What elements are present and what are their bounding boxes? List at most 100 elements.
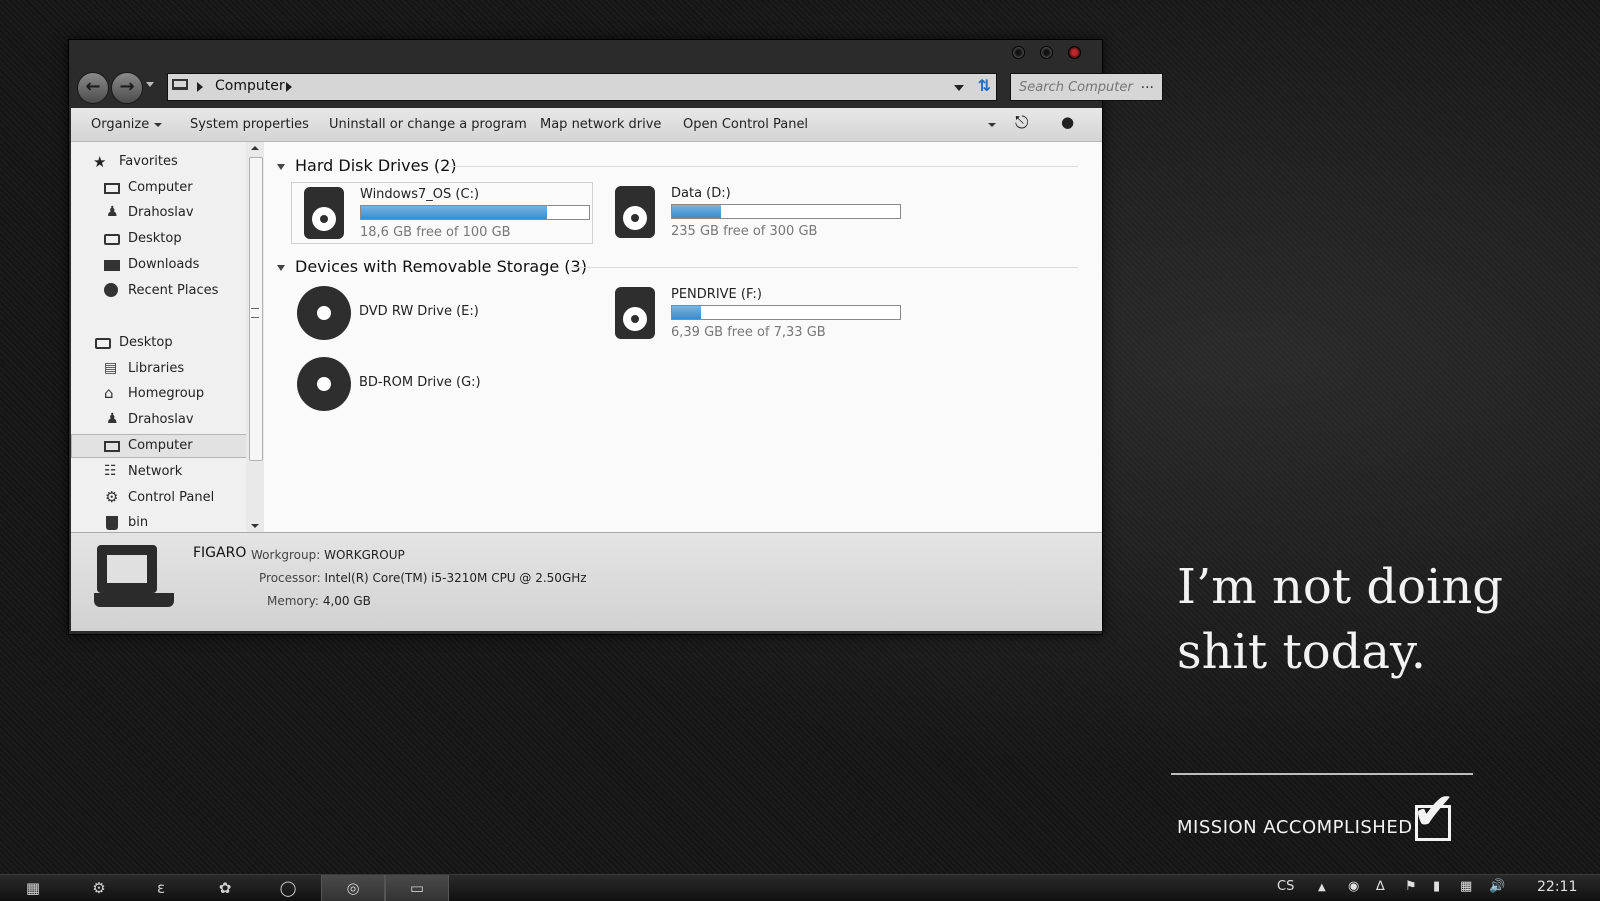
drive-d[interactable]: Data (D:) 235 GB free of 300 GB (603, 182, 905, 244)
recent-pages-dropdown[interactable] (146, 82, 154, 87)
breadcrumb-computer[interactable]: Computer (215, 78, 285, 94)
clock[interactable]: 22:11 (1537, 879, 1577, 895)
group-divider (448, 166, 1078, 167)
organize-button[interactable]: Organize (91, 117, 163, 132)
chat-icon[interactable]: ◉ (1348, 879, 1359, 894)
address-dropdown-icon[interactable] (954, 85, 964, 91)
sidebar-item-desktop-root[interactable]: Desktop (71, 331, 247, 355)
open-control-panel-button[interactable]: Open Control Panel (683, 117, 808, 132)
opera-icon: ◯ (279, 879, 297, 897)
scroll-down-icon[interactable] (251, 524, 259, 528)
trash-icon (106, 516, 118, 530)
taskbar-opera[interactable]: ◯ (257, 875, 319, 901)
action-center-flag-icon[interactable]: ⚑ (1405, 879, 1417, 894)
battery-icon[interactable]: ▮ (1433, 879, 1440, 894)
group-header-removable[interactable]: Devices with Removable Storage (3) (277, 257, 587, 276)
folder-icon: ▭ (409, 879, 425, 897)
forward-button[interactable]: → (111, 72, 143, 104)
usb-drive-icon (615, 287, 655, 339)
address-bar[interactable]: Computer ⇅ (167, 73, 997, 101)
title-bar[interactable] (69, 40, 1102, 62)
search-box[interactable]: ... (1010, 73, 1163, 101)
sidebar-item-label: Recent Places (128, 283, 219, 298)
sidebar-item-desktop[interactable]: Desktop (71, 227, 247, 251)
recent-icon (104, 283, 118, 297)
network-icon[interactable]: ▦ (1460, 879, 1472, 894)
computer-icon (104, 441, 120, 452)
sidebar-item-network[interactable]: ☷ Network (71, 460, 247, 484)
language-indicator[interactable]: CS (1277, 879, 1294, 894)
refresh-icon[interactable]: ⇅ (978, 76, 991, 95)
laptop-icon (94, 545, 174, 617)
taskbar-internet-explorer[interactable]: ε (130, 875, 192, 901)
sidebar-item-computer[interactable]: Computer (71, 176, 247, 200)
maximize-button[interactable] (1040, 46, 1053, 59)
breadcrumb-arrow-icon[interactable] (286, 82, 292, 92)
help-icon[interactable]: ● (1061, 113, 1074, 131)
taskbar-explorer[interactable]: ▭ (385, 875, 449, 901)
memory-value: 4,00 GB (322, 594, 371, 608)
gear-icon: ⚙ (92, 879, 106, 897)
user-icon: ♟ (106, 204, 119, 220)
collapse-triangle-icon[interactable] (277, 163, 285, 170)
map-network-drive-button[interactable]: Map network drive (540, 117, 661, 132)
desktop-icon (104, 234, 120, 245)
sidebar-item-recent-places[interactable]: Recent Places (71, 279, 247, 303)
scroll-up-icon[interactable] (251, 146, 259, 150)
drive-e[interactable]: DVD RW Drive (E:) (291, 283, 593, 345)
forward-arrow-icon: → (119, 76, 135, 97)
processor-value: Intel(R) Core(TM) i5-3210M CPU @ 2.50GHz (324, 571, 587, 585)
uninstall-program-button[interactable]: Uninstall or change a program (329, 117, 527, 132)
group-header-hard-disks[interactable]: Hard Disk Drives (2) (277, 156, 457, 175)
drive-c[interactable]: Windows7_OS (C:) 18,6 GB free of 100 GB (291, 182, 593, 244)
taskbar-chrome[interactable]: ◎ (321, 875, 385, 901)
navigation-scrollbar[interactable] (246, 142, 264, 532)
minimize-button[interactable] (1012, 46, 1025, 59)
drive-f[interactable]: PENDRIVE (F:) 6,39 GB free of 7,33 GB (603, 283, 905, 345)
hard-disk-icon (615, 186, 655, 238)
close-button[interactable] (1068, 46, 1081, 59)
sidebar-item-downloads[interactable]: Downloads (71, 253, 247, 277)
back-button[interactable]: ← (77, 72, 109, 104)
sync-icon[interactable]: ∆ (1376, 879, 1385, 894)
sidebar-item-drahoslav[interactable]: ♟ Drahoslav (71, 201, 247, 225)
optical-disc-icon (297, 286, 351, 340)
taskbar-settings[interactable]: ⚙ (68, 875, 130, 901)
drive-g[interactable]: BD-ROM Drive (G:) (291, 354, 593, 416)
start-button[interactable]: ▦ (2, 875, 64, 901)
sidebar-item-homegroup[interactable]: ⌂ Homegroup (71, 382, 247, 406)
breadcrumb-arrow-icon[interactable] (197, 82, 203, 92)
sidebar-item-label: Drahoslav (128, 205, 194, 220)
processor-label: Processor: (259, 571, 321, 585)
grip-icon (251, 308, 259, 318)
scrollbar-thumb[interactable] (249, 157, 263, 461)
sidebar-item-label: Network (128, 464, 183, 479)
drive-free-space: 18,6 GB free of 100 GB (360, 225, 511, 240)
taskbar-firefox[interactable]: ✿ (194, 875, 256, 901)
command-bar: Organize System properties Uninstall or … (71, 108, 1102, 142)
folder-icon (104, 260, 120, 271)
sidebar-item-computer-root[interactable]: Computer (71, 434, 247, 458)
sidebar-item-control-panel[interactable]: ⚙ Control Panel (71, 486, 247, 510)
sidebar-item-libraries[interactable]: ▤ Libraries (71, 357, 247, 381)
drive-free-space: 6,39 GB free of 7,33 GB (671, 325, 826, 340)
view-options-button[interactable] (983, 117, 996, 132)
network-icon: ☷ (104, 463, 117, 479)
sidebar-item-drahoslav-root[interactable]: ♟ Drahoslav (71, 408, 247, 432)
desktop-icon (95, 338, 111, 349)
search-options-icon[interactable]: ... (1141, 76, 1154, 92)
drives-pane: Hard Disk Drives (2) Windows7_OS (C:) 18… (266, 142, 1102, 532)
drive-name: DVD RW Drive (E:) (359, 304, 479, 319)
explorer-window: ← → Computer ⇅ ... Organize System prope… (68, 39, 1163, 635)
sidebar-item-favorites[interactable]: ★ Favorites (79, 150, 255, 174)
collapse-triangle-icon[interactable] (277, 264, 285, 271)
sidebar-item-label: Libraries (128, 361, 185, 376)
search-input[interactable] (1011, 74, 1141, 100)
volume-icon[interactable]: 🔊 (1489, 879, 1505, 894)
usage-fill (672, 205, 722, 218)
hard-disk-icon (304, 187, 344, 239)
system-properties-button[interactable]: System properties (190, 117, 309, 132)
taskbar: ▦ ⚙ ε ✿ ◯ ◎ ▭ CS ▲ ◉ ∆ ⚑ ▮ ▦ 🔊 22:11 (0, 874, 1600, 901)
show-hidden-icons-icon[interactable]: ▲ (1318, 882, 1326, 893)
preview-pane-icon[interactable]: ⎋ (1015, 113, 1028, 133)
